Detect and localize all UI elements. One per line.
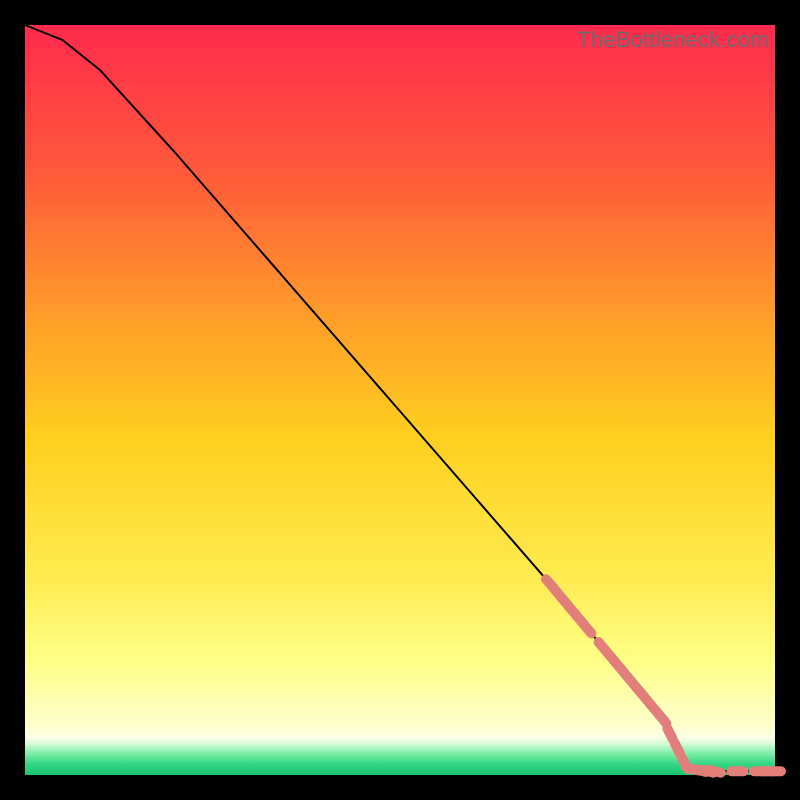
watermark-text: TheBottleneck.com <box>577 27 769 53</box>
data-marker <box>584 624 592 633</box>
data-marker <box>659 714 667 723</box>
chart-plot <box>25 25 775 775</box>
data-marker <box>675 743 680 754</box>
data-marker <box>709 770 721 773</box>
data-marker <box>667 728 672 739</box>
curve-markers <box>546 579 781 772</box>
chart-frame: TheBottleneck.com <box>25 25 775 775</box>
curve-line <box>25 25 775 771</box>
